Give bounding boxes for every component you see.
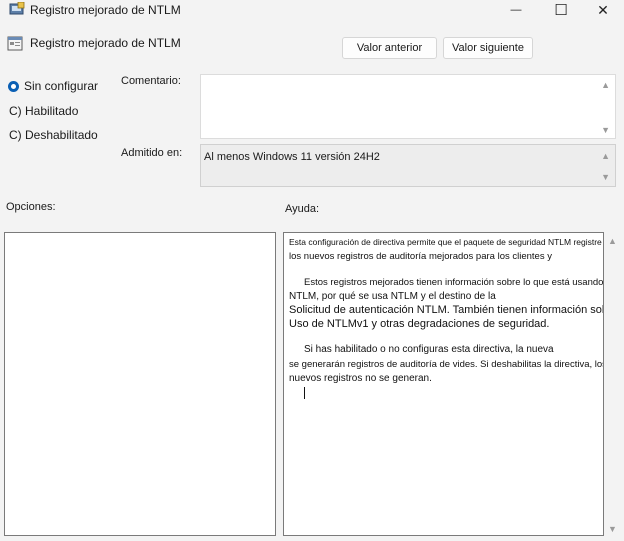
minimize-button[interactable]: —	[496, 0, 536, 20]
help-line: Si has habilitado o no configuras esta d…	[304, 344, 554, 355]
policy-setting-icon	[7, 36, 23, 51]
options-pane[interactable]	[4, 232, 276, 536]
radio-selected-icon	[8, 80, 19, 92]
supported-on-value: Al menos Windows 11 versión 24H2	[204, 151, 380, 163]
help-line: los nuevos registros de auditoría mejora…	[289, 251, 552, 262]
supported-on-field: Al menos Windows 11 versión 24H2 ▲ ▼	[200, 144, 616, 187]
comment-label: Comentario:	[121, 75, 181, 87]
supported-on-label: Admitido en:	[121, 147, 183, 159]
scroll-down-icon[interactable]: ▼	[601, 125, 610, 135]
close-icon: ✕	[597, 1, 609, 18]
previous-setting-button[interactable]: Valor anterior	[342, 37, 437, 59]
comment-field[interactable]: ▲ ▼	[200, 74, 616, 139]
radio-label-disabled: C) Deshabilitado	[9, 128, 98, 142]
maximize-icon: ☐	[554, 2, 568, 19]
next-setting-button[interactable]: Valor siguiente	[443, 37, 533, 59]
scroll-down-icon[interactable]: ▼	[601, 172, 610, 182]
radio-not-configured[interactable]: Sin configurar	[8, 79, 98, 93]
help-line: Uso de NTLMv1 y otras degradaciones de s…	[289, 318, 550, 330]
group-policy-icon	[9, 1, 25, 16]
help-scroll-up-icon[interactable]: ▲	[608, 236, 617, 246]
help-line: Estos registros mejorados tienen informa…	[304, 277, 604, 288]
help-line: se generarán registros de auditoría de v…	[289, 359, 604, 370]
help-line: nuevos registros no se generan.	[289, 373, 432, 384]
policy-title: Registro mejorado de NTLM	[30, 36, 181, 50]
help-pane[interactable]: Esta configuración de directiva permite …	[283, 232, 604, 536]
close-button[interactable]: ✕	[583, 0, 623, 20]
scroll-up-icon[interactable]: ▲	[601, 80, 610, 90]
options-label: Opciones:	[6, 201, 56, 213]
help-line: Esta configuración de directiva permite …	[289, 237, 602, 247]
radio-disabled[interactable]: C) Deshabilitado	[9, 128, 98, 142]
radio-label-not-configured: Sin configurar	[24, 79, 99, 93]
help-label: Ayuda:	[285, 203, 320, 215]
minimize-icon: —	[510, 4, 522, 16]
window-title: Registro mejorado de NTLM	[30, 3, 181, 17]
help-line: NTLM, por qué se usa NTLM y el destino d…	[289, 291, 496, 302]
radio-label-enabled: C) Habilitado	[9, 104, 79, 118]
text-cursor	[304, 387, 305, 399]
radio-enabled[interactable]: C) Habilitado	[9, 104, 78, 118]
scroll-up-icon[interactable]: ▲	[601, 151, 610, 161]
help-scroll-down-icon[interactable]: ▼	[608, 524, 617, 534]
maximize-button[interactable]: ☐	[541, 0, 581, 20]
help-line: Solicitud de autenticación NTLM. También…	[289, 304, 604, 316]
